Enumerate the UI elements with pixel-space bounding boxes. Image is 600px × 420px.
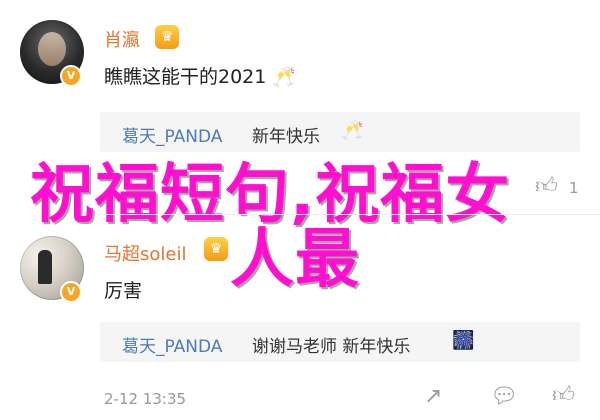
- divider: [100, 214, 600, 215]
- overlay-headline-line1: 祝福短句,祝福女: [30, 158, 511, 232]
- comment-username[interactable]: 马超soleil: [104, 240, 186, 266]
- reply-username[interactable]: 葛天_PANDA: [122, 122, 222, 147]
- comment-text: 厉害: [104, 280, 143, 302]
- vip-crown-icon: ♛: [155, 25, 179, 49]
- verified-badge-icon: V: [60, 65, 82, 87]
- reply-text: 谢谢马老师 新年快乐: [252, 337, 411, 357]
- reply-text: 新年快乐: [252, 127, 320, 147]
- like-icon[interactable]: 👍︎: [535, 176, 558, 198]
- vip-crown-icon: ♛: [204, 237, 228, 261]
- avatar-figure: [38, 250, 52, 284]
- reply-emoji: 🎆: [452, 330, 475, 351]
- avatar-face: [38, 32, 66, 66]
- reply-box[interactable]: 葛天_PANDA 谢谢马老师 新年快乐 🎆: [100, 322, 580, 362]
- comment-icon[interactable]: 💬︎: [490, 386, 518, 408]
- like-icon[interactable]: 👍︎: [552, 385, 575, 407]
- reply-emoji: 🥂: [341, 120, 364, 141]
- comment-text-body: 瞧瞧这能干的2021: [104, 66, 267, 88]
- reply-box[interactable]: 葛天_PANDA 新年快乐 🥂: [100, 112, 580, 152]
- overlay-headline-line2: 人最: [230, 223, 360, 297]
- reply-username[interactable]: 葛天_PANDA: [122, 332, 222, 357]
- like-count: 1: [569, 179, 579, 197]
- comment-text: 瞧瞧这能干的2021 🥂: [104, 62, 296, 89]
- verified-badge-icon: V: [60, 281, 82, 303]
- comment-timestamp: 2-12 13:35: [104, 390, 187, 408]
- comment-username[interactable]: 肖瀛: [104, 26, 140, 52]
- share-icon[interactable]: ↗: [424, 386, 442, 408]
- comment-text-emoji: 🥂: [272, 66, 297, 88]
